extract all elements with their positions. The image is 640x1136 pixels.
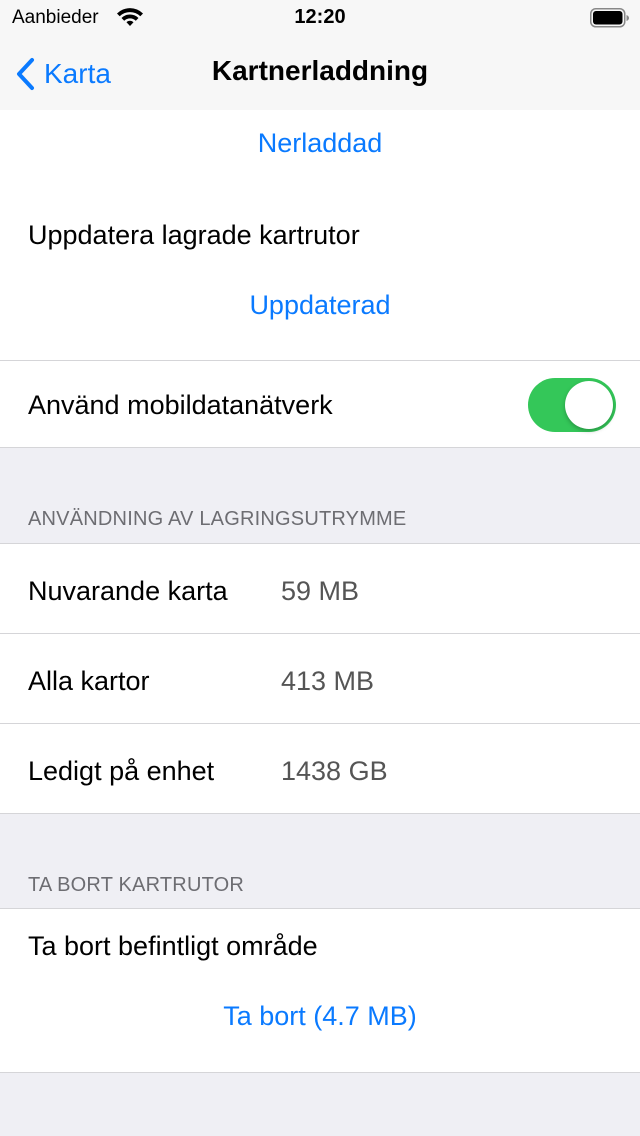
current-map-value: 59 MB: [281, 576, 360, 606]
storage-section-header: ANVÄNDNING AV LAGRINGSUTRYMME: [28, 508, 407, 530]
status-bar: Aanbieder 12:20: [0, 0, 640, 40]
storage-group: Nuvarande karta 59 MB Alla kartor 413 MB…: [0, 543, 640, 814]
downloaded-link[interactable]: Nerladdad: [0, 128, 640, 159]
free-space-value: 1438 GB: [281, 756, 388, 786]
battery-icon: [590, 8, 629, 28]
page-title: Kartnerladdning: [211, 55, 429, 86]
update-group: Uppdatera lagrade kartrutor Uppdaterad A…: [0, 196, 640, 448]
all-maps-label: Alla kartor: [28, 666, 150, 696]
delete-group: Ta bort befintligt område Ta bort (4.7 M…: [0, 908, 640, 1073]
delete-area-label: Ta bort befintligt område: [28, 931, 318, 961]
divider: [0, 360, 640, 361]
clock: 12:20: [294, 6, 346, 28]
all-maps-value: 413 MB: [281, 666, 375, 696]
navigation-bar: Karta Kartnerladdning: [0, 40, 640, 110]
divider: [0, 723, 640, 724]
current-map-label: Nuvarande karta: [28, 576, 228, 606]
updated-link[interactable]: Uppdaterad: [0, 290, 640, 321]
screen: Aanbieder 12:20 Karta Kartnerladdning Ne…: [0, 0, 640, 1136]
mobile-data-toggle[interactable]: [528, 378, 616, 432]
download-group: Nerladdad: [0, 110, 640, 197]
free-space-label: Ledigt på enhet: [28, 756, 215, 786]
update-tiles-label: Uppdatera lagrade kartrutor: [28, 220, 360, 250]
divider: [0, 633, 640, 634]
toggle-knob: [565, 381, 613, 429]
mobile-data-label: Använd mobildatanätverk: [28, 390, 333, 420]
delete-button[interactable]: Ta bort (4.7 MB): [0, 1001, 640, 1032]
delete-section-header: TA BORT KARTRUTOR: [28, 874, 245, 896]
top-bar: Aanbieder 12:20 Karta Kartnerladdning: [0, 0, 640, 111]
